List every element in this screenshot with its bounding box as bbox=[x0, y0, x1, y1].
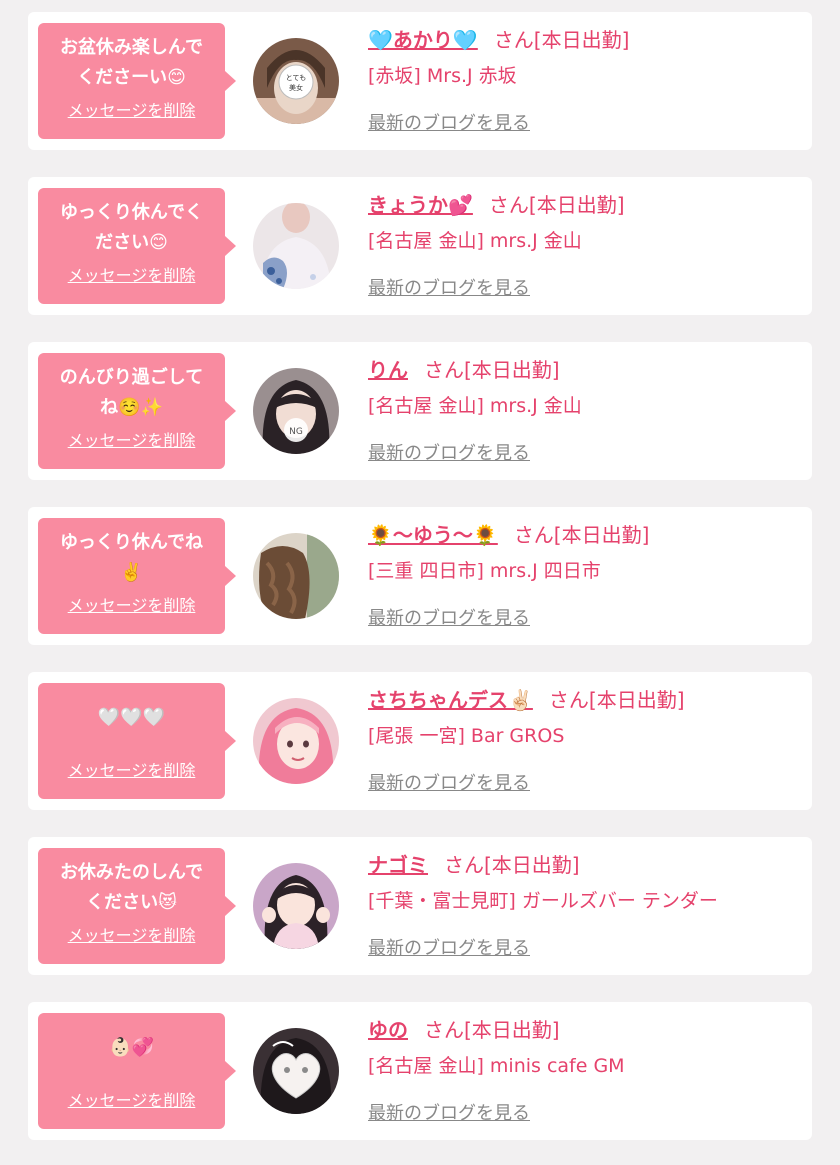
shop-text: [赤坂] Mrs.J 赤坂 bbox=[368, 65, 517, 87]
latest-blog-link[interactable]: 最新のブログを見る bbox=[368, 274, 530, 300]
message-bubble: のんびり過ごして ね☺️✨ メッセージを削除 bbox=[38, 353, 236, 469]
girl-card: お休みたのしんで ください😻 メッセージを削除 ナゴミ さん[本日出勤] [千葉・… bbox=[28, 837, 812, 975]
message-text: 👶🏻💞 bbox=[109, 1037, 154, 1058]
message-text: のんびり過ごして ね☺️✨ bbox=[59, 367, 204, 418]
girl-card: お盆休み楽しんで くださーい😊 メッセージを削除 とても 美女 🩵あかり🩵 さん[… bbox=[28, 12, 812, 150]
delete-message-link[interactable]: メッセージを削除 bbox=[38, 262, 225, 286]
message-bubble: ゆっくり休んでく ださい😊 メッセージを削除 bbox=[38, 188, 236, 304]
svg-text:とても: とても bbox=[286, 74, 306, 82]
status-text: さん[本日出勤] bbox=[424, 1018, 560, 1042]
woman-photo-blurred-face-icon: とても 美女 bbox=[253, 38, 339, 124]
svg-text:NG: NG bbox=[289, 427, 303, 437]
latest-blog-link[interactable]: 最新のブログを見る bbox=[368, 1099, 530, 1125]
shop-text: [名古屋 金山] minis cafe GM bbox=[368, 1055, 625, 1077]
latest-blog-link[interactable]: 最新のブログを見る bbox=[368, 604, 530, 630]
woman-photo-peace-pose-icon bbox=[253, 863, 339, 949]
avatar[interactable] bbox=[253, 698, 339, 784]
shop-text: [尾張 一宮] Bar GROS bbox=[368, 725, 565, 747]
girl-card: のんびり過ごして ね☺️✨ メッセージを削除 NG りん さん[本日出勤] [名古… bbox=[28, 342, 812, 480]
girl-name-link[interactable]: ゆの bbox=[368, 1018, 408, 1042]
avatar[interactable] bbox=[253, 863, 339, 949]
delete-message-link[interactable]: メッセージを削除 bbox=[38, 922, 225, 946]
message-bubble: お休みたのしんで ください😻 メッセージを削除 bbox=[38, 848, 236, 964]
girl-name-link[interactable]: 🩵あかり🩵 bbox=[368, 28, 478, 52]
message-bubble: 👶🏻💞 メッセージを削除 bbox=[38, 1013, 236, 1129]
avatar[interactable]: NG bbox=[253, 368, 339, 454]
delete-message-link[interactable]: メッセージを削除 bbox=[38, 427, 225, 451]
girl-name-link[interactable]: さちちゃんデス✌🏻 bbox=[368, 688, 533, 712]
avatar[interactable]: とても 美女 bbox=[253, 38, 339, 124]
status-text: さん[本日出勤] bbox=[444, 853, 580, 877]
girl-card: ゆっくり休んでね ✌️ メッセージを削除 🌻〜ゆう〜🌻 さん[本日出勤] [三重 … bbox=[28, 507, 812, 645]
message-bubble: お盆休み楽しんで くださーい😊 メッセージを削除 bbox=[38, 23, 236, 139]
message-text: ゆっくり休んでね ✌️ bbox=[59, 532, 204, 583]
status-text: さん[本日出勤] bbox=[493, 28, 630, 52]
status-text: さん[本日出勤] bbox=[513, 523, 650, 547]
message-bubble: 🤍🤍🤍 メッセージを削除 bbox=[38, 683, 236, 799]
avatar[interactable] bbox=[253, 203, 339, 289]
latest-blog-link[interactable]: 最新のブログを見る bbox=[368, 439, 530, 465]
woman-photo-heart-mask-icon bbox=[253, 1028, 339, 1114]
delete-message-link[interactable]: メッセージを削除 bbox=[38, 97, 225, 121]
latest-blog-link[interactable]: 最新のブログを見る bbox=[368, 769, 530, 795]
girl-name-link[interactable]: 🌻〜ゆう〜🌻 bbox=[368, 523, 498, 547]
delete-message-link[interactable]: メッセージを削除 bbox=[38, 1087, 225, 1111]
message-text: お休みたのしんで ください😻 bbox=[59, 862, 204, 913]
message-text: お盆休み楽しんで くださーい😊 bbox=[59, 37, 204, 88]
latest-blog-link[interactable]: 最新のブログを見る bbox=[368, 109, 530, 135]
girl-card: 👶🏻💞 メッセージを削除 ゆの さん[本日出勤] [名古屋 金山] minis c… bbox=[28, 1002, 812, 1140]
status-text: さん[本日出勤] bbox=[424, 358, 560, 382]
latest-blog-link[interactable]: 最新のブログを見る bbox=[368, 934, 530, 960]
woman-photo-blouse-icon bbox=[253, 203, 339, 289]
shop-text: [三重 四日市] mrs.J 四日市 bbox=[368, 560, 601, 582]
avatar[interactable] bbox=[253, 1028, 339, 1114]
woman-photo-wavy-hair-icon bbox=[253, 533, 339, 619]
message-text: ゆっくり休んでく ださい😊 bbox=[59, 202, 204, 253]
woman-photo-pink-hair-icon bbox=[253, 698, 339, 784]
delete-message-link[interactable]: メッセージを削除 bbox=[38, 592, 225, 616]
status-text: さん[本日出勤] bbox=[488, 193, 625, 217]
shop-text: [名古屋 金山] mrs.J 金山 bbox=[368, 395, 582, 417]
shop-text: [名古屋 金山] mrs.J 金山 bbox=[368, 230, 582, 252]
girl-card: 🤍🤍🤍 メッセージを削除 さちちゃんデス✌🏻 さん[本日出勤] [尾張 一宮] B… bbox=[28, 672, 812, 810]
girl-card: ゆっくり休んでく ださい😊 メッセージを削除 きょうか💕 さん[本日出勤] [名古… bbox=[28, 177, 812, 315]
girl-name-link[interactable]: きょうか💕 bbox=[368, 193, 473, 217]
message-bubble: ゆっくり休んでね ✌️ メッセージを削除 bbox=[38, 518, 236, 634]
shop-text: [千葉・富士見町] ガールズバー テンダー bbox=[368, 890, 718, 912]
message-text: 🤍🤍🤍 bbox=[97, 707, 166, 728]
delete-message-link[interactable]: メッセージを削除 bbox=[38, 757, 225, 781]
girl-name-link[interactable]: ナゴミ bbox=[368, 853, 428, 877]
woman-photo-dark-hair-icon: NG bbox=[253, 368, 339, 454]
svg-text:美女: 美女 bbox=[289, 83, 303, 92]
avatar[interactable] bbox=[253, 533, 339, 619]
girl-name-link[interactable]: りん bbox=[368, 358, 408, 382]
status-text: さん[本日出勤] bbox=[548, 688, 685, 712]
